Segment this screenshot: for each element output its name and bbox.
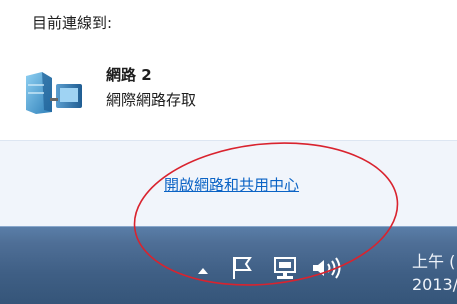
connected-to-heading: 目前連線到:	[32, 14, 113, 32]
taskbar: 上午 ( 2013/	[0, 226, 457, 304]
show-hidden-icons-arrow-icon[interactable]	[196, 264, 210, 278]
network-name: 網路 2	[106, 66, 152, 84]
network-access-status: 網際網路存取	[106, 91, 197, 109]
action-center-flag-icon[interactable]	[230, 255, 254, 281]
speaker-volume-icon[interactable]	[310, 256, 344, 280]
clock-date[interactable]: 2013/	[412, 275, 457, 294]
clock-time[interactable]: 上午 (	[412, 248, 455, 272]
open-network-sharing-center-link[interactable]: 開啟網路和共用中心	[164, 174, 299, 195]
network-flyout: 目前連線到: 網路 2 網際網路存取 開啟網路和共用中心	[0, 0, 457, 227]
network-tray-icon[interactable]	[272, 255, 298, 283]
network-computer-icon[interactable]	[22, 70, 84, 114]
